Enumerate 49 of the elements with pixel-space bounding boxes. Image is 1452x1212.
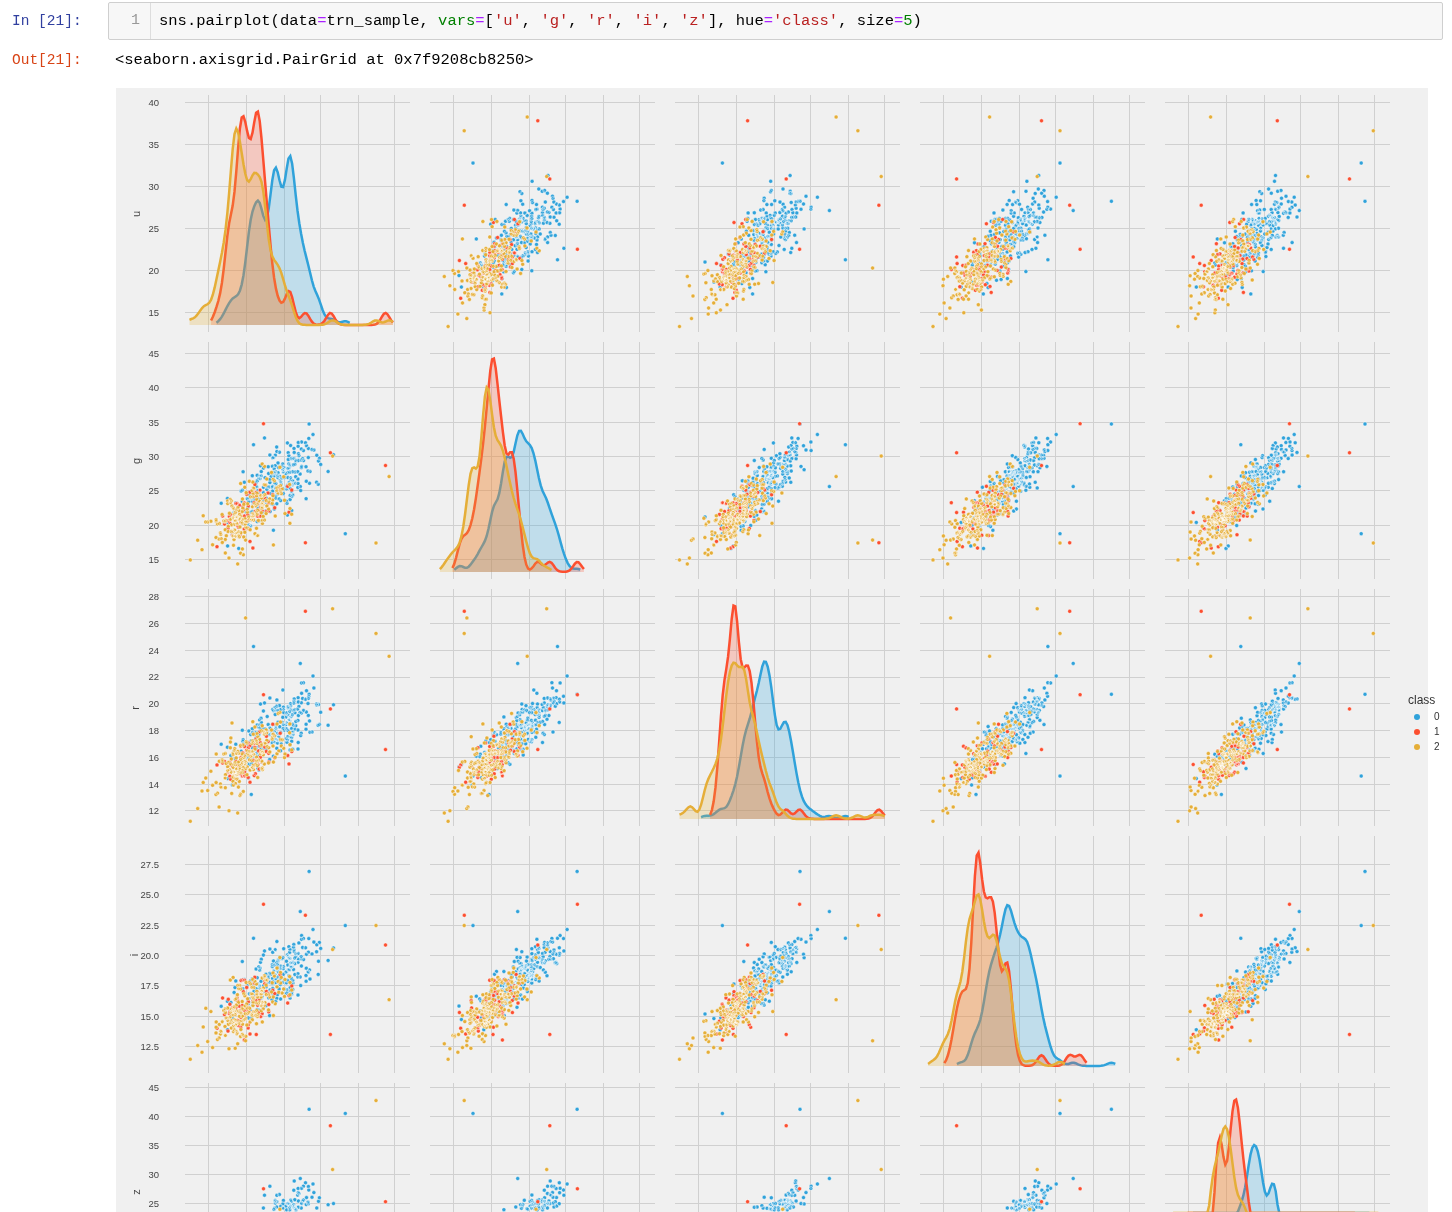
tick-label: 15 [148, 306, 159, 318]
tick-label: 24 [148, 644, 159, 656]
tick-label: 20 [148, 697, 159, 709]
tick-label: 12 [148, 804, 159, 816]
tick-label: 35 [148, 138, 159, 150]
code-cell[interactable]: 1 sns.pairplot(data=trn_sample, vars=['u', 'g', 'r', 'i', 'z'], hue='class', size=5) [108, 2, 1443, 40]
tick-label: 18 [148, 724, 159, 736]
tick-label: 45 [148, 1081, 159, 1093]
tick-label: 40 [148, 1110, 159, 1122]
legend-title: class [1408, 693, 1437, 707]
output-prompt: Out[21]: [11, 51, 83, 70]
axis-label: z [129, 1189, 142, 1195]
tick-label: 30 [148, 450, 159, 462]
tick-label: 22.5 [140, 919, 159, 931]
tick-label: 25.0 [140, 888, 159, 900]
tick-label: 45 [148, 347, 159, 359]
tick-label: 40 [148, 381, 159, 393]
tick-label: 25 [148, 1197, 159, 1209]
tick-label: 14 [148, 778, 159, 790]
axis-label: i [128, 953, 141, 956]
tick-label: 20.0 [140, 949, 159, 961]
legend-label: 2 [1434, 741, 1440, 752]
tick-label: 15.0 [140, 1010, 159, 1022]
tick-label: 40 [148, 96, 159, 108]
axis-label: u [130, 210, 143, 217]
axis-label: r [128, 705, 141, 710]
tick-label: 20 [148, 519, 159, 531]
tick-label: 35 [148, 1139, 159, 1151]
tick-label: 27.5 [140, 858, 159, 870]
output-text: <seaborn.axisgrid.PairGrid at 0x7f9208cb8250> [114, 51, 534, 69]
tick-label: 15 [148, 553, 159, 565]
tick-label: 28 [148, 590, 159, 602]
code-line: sns.pairplot(data=trn_sample, vars=['u', 'g', 'r', 'i', 'z'], hue='class', size=5) [158, 12, 922, 30]
tick-label: 25 [148, 484, 159, 496]
tick-label: 16 [148, 751, 159, 763]
tick-label: 22 [148, 670, 159, 682]
tick-label: 30 [148, 1168, 159, 1180]
tick-label: 25 [148, 222, 159, 234]
tick-label: 12.5 [140, 1040, 159, 1052]
tick-label: 26 [148, 617, 159, 629]
tick-label: 20 [148, 264, 159, 276]
input-prompt: In [21]: [11, 12, 83, 31]
legend-label: 1 [1434, 726, 1440, 737]
legend-label: 0 [1434, 711, 1440, 722]
tick-label: 17.5 [140, 979, 159, 991]
tick-label: 30 [148, 180, 159, 192]
axis-label: g [130, 457, 143, 464]
tick-label: 35 [148, 416, 159, 428]
line-number: 1 [109, 3, 151, 39]
